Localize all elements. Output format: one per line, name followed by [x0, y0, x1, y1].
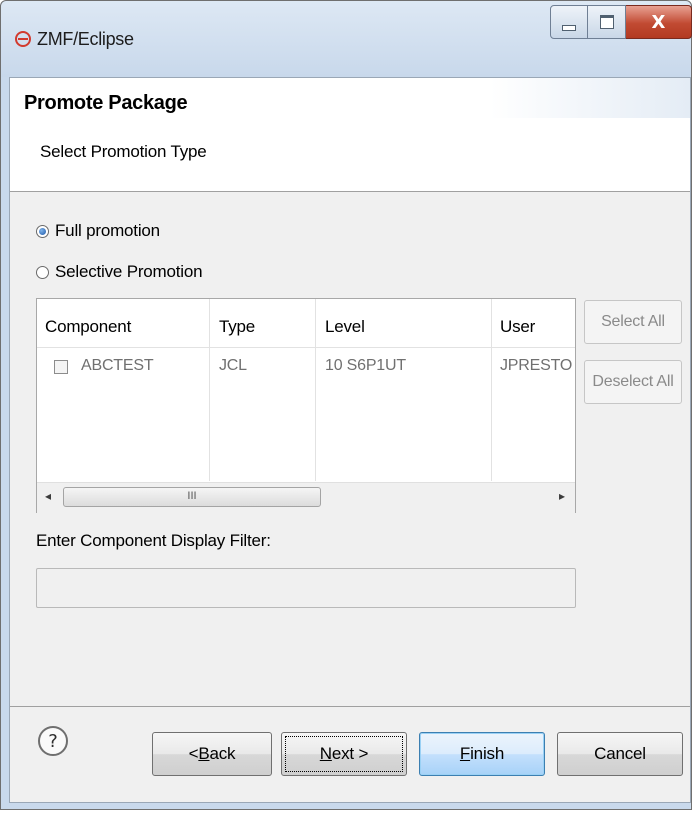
back-rest: ack: [209, 744, 236, 763]
header-separator: [37, 347, 575, 348]
column-header-component[interactable]: Component: [45, 317, 131, 337]
next-mnemonic: N: [319, 744, 332, 763]
scroll-right-icon[interactable]: ▸: [559, 489, 565, 503]
maximize-icon: [599, 15, 614, 29]
cancel-button[interactable]: Cancel: [557, 732, 683, 776]
close-button[interactable]: X: [626, 5, 692, 39]
back-button[interactable]: < Back: [152, 732, 272, 776]
cell-component: ABCTEST: [81, 357, 154, 374]
page-title: Promote Package: [24, 92, 188, 114]
back-prefix: <: [188, 744, 199, 763]
scroll-thumb[interactable]: III: [63, 487, 321, 507]
minimize-button[interactable]: [550, 5, 588, 39]
column-header-user[interactable]: User: [500, 317, 535, 337]
finish-button[interactable]: Finish: [419, 732, 545, 776]
column-divider: [491, 299, 492, 481]
row-checkbox[interactable]: [54, 360, 68, 374]
finish-mnemonic: F: [459, 744, 471, 763]
radio-selective-promotion[interactable]: Selective Promotion: [36, 262, 203, 282]
caption-buttons: X: [550, 5, 692, 43]
column-divider: [315, 299, 316, 481]
window-title: ZMF/Eclipse: [37, 29, 134, 49]
cell-level: 10 S6P1UT: [325, 357, 406, 374]
eclipse-app-icon: [15, 31, 31, 47]
dialog-window: ZMF/Eclipse X Promote Package Select Pro…: [0, 0, 692, 810]
next-button[interactable]: Next >: [281, 732, 407, 776]
maximize-button[interactable]: [588, 5, 626, 39]
footer-separator: [10, 706, 690, 707]
radio-selected-icon[interactable]: [36, 224, 49, 238]
back-mnemonic: B: [198, 744, 210, 763]
filter-label: Enter Component Display Filter:: [36, 531, 271, 550]
component-filter-input[interactable]: [36, 568, 576, 608]
close-icon: X: [651, 11, 666, 33]
column-header-type[interactable]: Type: [219, 317, 255, 337]
page-subtitle: Select Promotion Type: [40, 142, 207, 161]
finish-rest: inish: [470, 744, 505, 763]
radio-unselected-icon[interactable]: [36, 265, 49, 279]
title-bar[interactable]: ZMF/Eclipse X: [1, 1, 692, 77]
header-banner-fade: [490, 78, 690, 118]
help-icon[interactable]: ?: [38, 726, 68, 756]
column-header-level[interactable]: Level: [325, 317, 365, 337]
cell-type: JCL: [219, 357, 247, 374]
deselect-all-button[interactable]: Deselect All: [584, 360, 682, 404]
horizontal-scrollbar[interactable]: ◂ III ▸: [37, 482, 575, 513]
minimize-icon: [562, 25, 576, 31]
radio-label: Selective Promotion: [55, 262, 203, 281]
scroll-left-icon[interactable]: ◂: [45, 489, 51, 503]
dialog-client-area: Promote Package Select Promotion Type Fu…: [9, 77, 691, 803]
select-all-button[interactable]: Select All: [584, 300, 682, 344]
radio-full-promotion[interactable]: Full promotion: [36, 221, 160, 241]
next-rest: ext >: [331, 744, 369, 763]
radio-label: Full promotion: [55, 221, 160, 240]
wizard-header: Promote Package Select Promotion Type: [10, 78, 690, 192]
cell-user: JPRESTO: [500, 357, 573, 374]
component-table[interactable]: Component Type Level User ABCTEST JCL 10…: [36, 298, 576, 513]
column-divider: [209, 299, 210, 481]
